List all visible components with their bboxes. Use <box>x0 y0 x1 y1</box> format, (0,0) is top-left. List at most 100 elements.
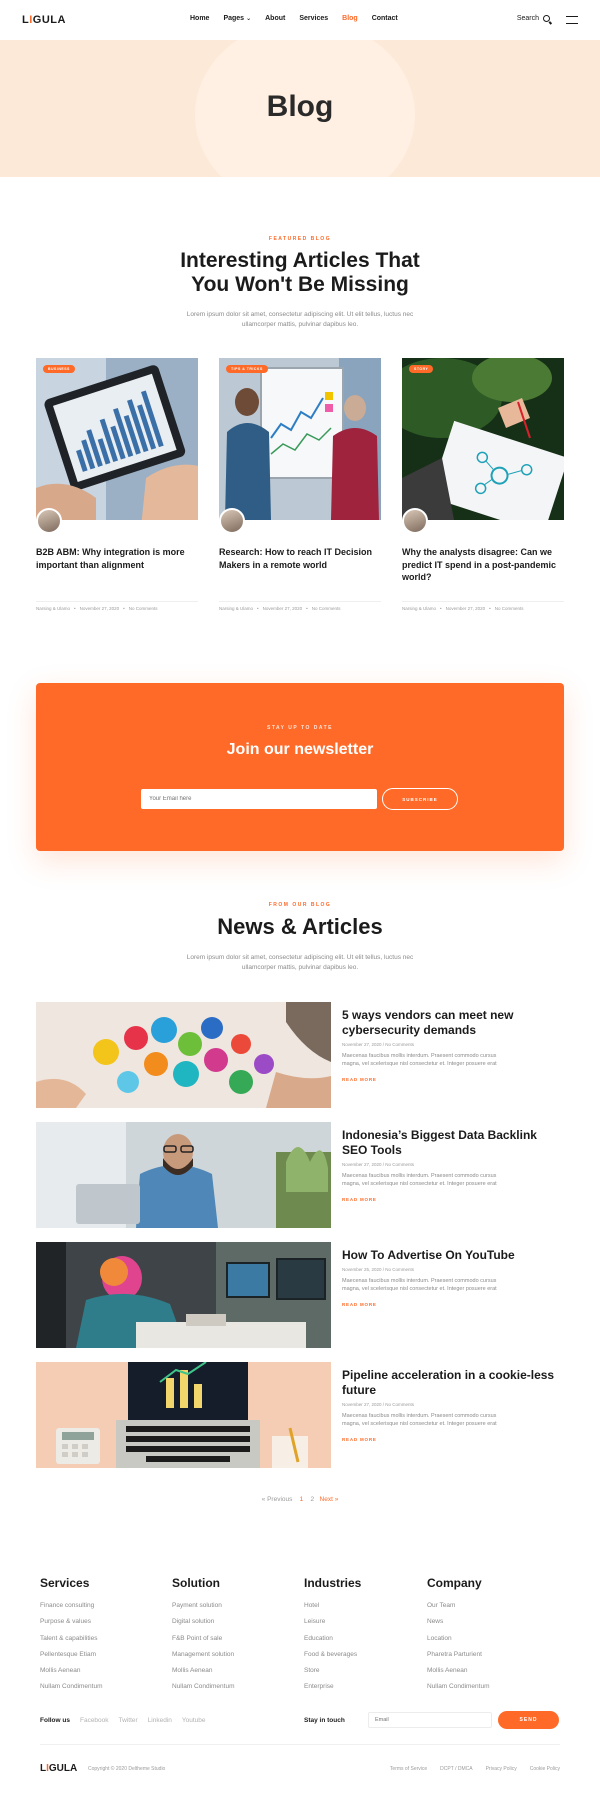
card-comments[interactable]: No Comments <box>129 606 158 611</box>
news-image[interactable] <box>36 1362 331 1468</box>
news-item[interactable]: Indonesia’s Biggest Data Backlink SEO To… <box>36 1122 564 1228</box>
featured-desc-line-2: ullamcorper mattis, pulvinar dapibus leo… <box>241 321 359 328</box>
footer-link[interactable]: Purpose & values <box>40 1618 103 1625</box>
chevron-down-icon: ⌄ <box>246 16 252 22</box>
card-author[interactable]: Narsing & Ulamo <box>219 606 253 611</box>
card-category-badge[interactable]: STORY <box>409 365 434 373</box>
card-image[interactable]: STORY <box>402 358 564 520</box>
search-label: Search <box>516 15 539 22</box>
footer-logo[interactable]: LIGULA <box>40 1763 77 1774</box>
card-meta: Narsing & Ulamo • November 27, 2020 • No C… <box>36 606 158 611</box>
legal-link-privacy[interactable]: Privacy Policy <box>486 1766 517 1772</box>
pagination-current-page: 1 <box>299 1496 304 1503</box>
footer-link[interactable]: Payment solution <box>172 1602 235 1609</box>
legal-link-cookie[interactable]: Cookie Policy <box>530 1766 560 1772</box>
card-category-badge[interactable]: TIPS & TRICKS <box>226 365 268 373</box>
footer-link[interactable]: Finance consulting <box>40 1602 103 1609</box>
pagination-page[interactable]: 2 <box>310 1496 314 1503</box>
search-button[interactable]: Search <box>517 15 550 22</box>
pagination-next[interactable]: Next » <box>320 1496 339 1503</box>
news-meta: November 27, 2020 / No Comments <box>342 1162 415 1167</box>
read-more-link[interactable]: READ MORE <box>342 1437 377 1442</box>
footer-link[interactable]: Leisure <box>304 1618 361 1625</box>
news-body: How To Advertise On YouTube November 25,… <box>342 1248 562 1311</box>
card-date: November 27, 2020 <box>79 606 120 611</box>
pagination-previous[interactable]: « Previous <box>262 1496 293 1503</box>
footer-link[interactable]: Mollis Aenean <box>40 1667 103 1674</box>
footer-link[interactable]: Store <box>304 1667 361 1674</box>
legal-link-terms[interactable]: Terms of Service <box>390 1766 427 1772</box>
featured-card[interactable]: TIPS & TRICKS Research: How to reach IT … <box>219 358 381 611</box>
news-title[interactable]: Pipeline acceleration in a cookie-less f… <box>342 1368 562 1398</box>
featured-title: Interesting Articles That You Won't Be M… <box>0 249 600 297</box>
footer-link[interactable]: Our Team <box>427 1602 490 1609</box>
card-author[interactable]: Narsing & Ulamo <box>402 606 436 611</box>
featured-kicker: FEATURED BLOG <box>268 236 332 242</box>
news-item[interactable]: 5 ways vendors can meet new cybersecurit… <box>36 1002 564 1108</box>
footer-link[interactable]: Nullam Condimentum <box>40 1683 103 1690</box>
featured-card[interactable]: BUSINESS B2B ABM: Why integration is mor… <box>36 358 198 611</box>
news-image[interactable] <box>36 1002 331 1108</box>
card-comments[interactable]: No Comments <box>312 606 341 611</box>
footer-link[interactable]: Food & beverages <box>304 1651 361 1658</box>
news-image[interactable] <box>36 1242 331 1348</box>
footer-link[interactable]: Nullam Condimentum <box>427 1683 490 1690</box>
news-image[interactable] <box>36 1122 331 1228</box>
read-more-link[interactable]: READ MORE <box>342 1302 377 1307</box>
card-category-badge[interactable]: BUSINESS <box>43 365 75 373</box>
excerpt-line: magna, vel scelerisque nisl consectetur … <box>342 1061 497 1067</box>
subscribe-button[interactable]: SUBSCRIBE <box>382 788 458 810</box>
legal-link-dmca[interactable]: DCPT / DMCA <box>440 1766 472 1772</box>
footer-link[interactable]: Mollis Aenean <box>427 1667 490 1674</box>
social-link-facebook[interactable]: Facebook <box>80 1717 109 1724</box>
logo[interactable]: LIGULA <box>22 14 66 26</box>
nav-blog[interactable]: Blog <box>342 15 358 22</box>
send-button[interactable]: SEND <box>498 1711 559 1729</box>
footer-link[interactable]: Pharetra Parturient <box>427 1651 490 1658</box>
footer-link[interactable]: Hotel <box>304 1602 361 1609</box>
footer-link[interactable]: Management solution <box>172 1651 235 1658</box>
nav-pages[interactable]: Pages ⌄ <box>223 15 251 22</box>
read-more-link[interactable]: READ MORE <box>342 1077 377 1082</box>
footer-link[interactable]: News <box>427 1618 490 1625</box>
card-author[interactable]: Narsing & Ulamo <box>36 606 70 611</box>
footer-link[interactable]: F&B Point of sale <box>172 1635 235 1642</box>
card-title[interactable]: Research: How to reach IT Decision Maker… <box>219 546 381 571</box>
card-image[interactable]: BUSINESS <box>36 358 198 520</box>
news-title[interactable]: How To Advertise On YouTube <box>342 1248 562 1263</box>
card-image[interactable]: TIPS & TRICKS <box>219 358 381 520</box>
social-link-youtube[interactable]: Youtube <box>182 1717 206 1724</box>
footer-link[interactable]: Nullam Condimentum <box>172 1683 235 1690</box>
nav-about[interactable]: About <box>265 15 285 22</box>
nav-services[interactable]: Services <box>299 15 328 22</box>
nav-home[interactable]: Home <box>190 15 209 22</box>
social-link-twitter[interactable]: Twitter <box>119 1717 138 1724</box>
news-title[interactable]: 5 ways vendors can meet new cybersecurit… <box>342 1008 562 1038</box>
footer-link[interactable]: Pellentesque Etiam <box>40 1651 103 1658</box>
footer-link[interactable]: Digital solution <box>172 1618 235 1625</box>
card-meta: Narsing & Ulamo • November 27, 2020 • No C… <box>219 606 341 611</box>
copyright: Copyright © 2020 Deltheme Studio <box>88 1766 166 1772</box>
follow-label: Follow us <box>40 1717 70 1724</box>
card-title[interactable]: B2B ABM: Why integration is more importa… <box>36 546 198 571</box>
newsletter-email-input[interactable] <box>141 789 377 809</box>
author-avatar[interactable] <box>402 508 428 534</box>
footer-email-input[interactable] <box>368 1712 492 1728</box>
featured-card[interactable]: STORY Why the analysts disagree: Can we … <box>402 358 564 611</box>
news-item[interactable]: Pipeline acceleration in a cookie-less f… <box>36 1362 564 1468</box>
news-item[interactable]: How To Advertise On YouTube November 25,… <box>36 1242 564 1348</box>
footer-link[interactable]: Education <box>304 1635 361 1642</box>
social-link-linkedin[interactable]: Linkedin <box>148 1717 172 1724</box>
footer-link[interactable]: Enterprise <box>304 1683 361 1690</box>
author-avatar[interactable] <box>36 508 62 534</box>
read-more-link[interactable]: READ MORE <box>342 1197 377 1202</box>
card-comments[interactable]: No Comments <box>495 606 524 611</box>
footer-link[interactable]: Location <box>427 1635 490 1642</box>
nav-contact[interactable]: Contact <box>372 15 398 22</box>
hamburger-menu-icon[interactable] <box>566 16 578 24</box>
news-title[interactable]: Indonesia’s Biggest Data Backlink SEO To… <box>342 1128 562 1158</box>
footer-link[interactable]: Mollis Aenean <box>172 1667 235 1674</box>
author-avatar[interactable] <box>219 508 245 534</box>
footer-link[interactable]: Talent & capabilities <box>40 1635 103 1642</box>
card-title[interactable]: Why the analysts disagree: Can we predic… <box>402 546 564 584</box>
